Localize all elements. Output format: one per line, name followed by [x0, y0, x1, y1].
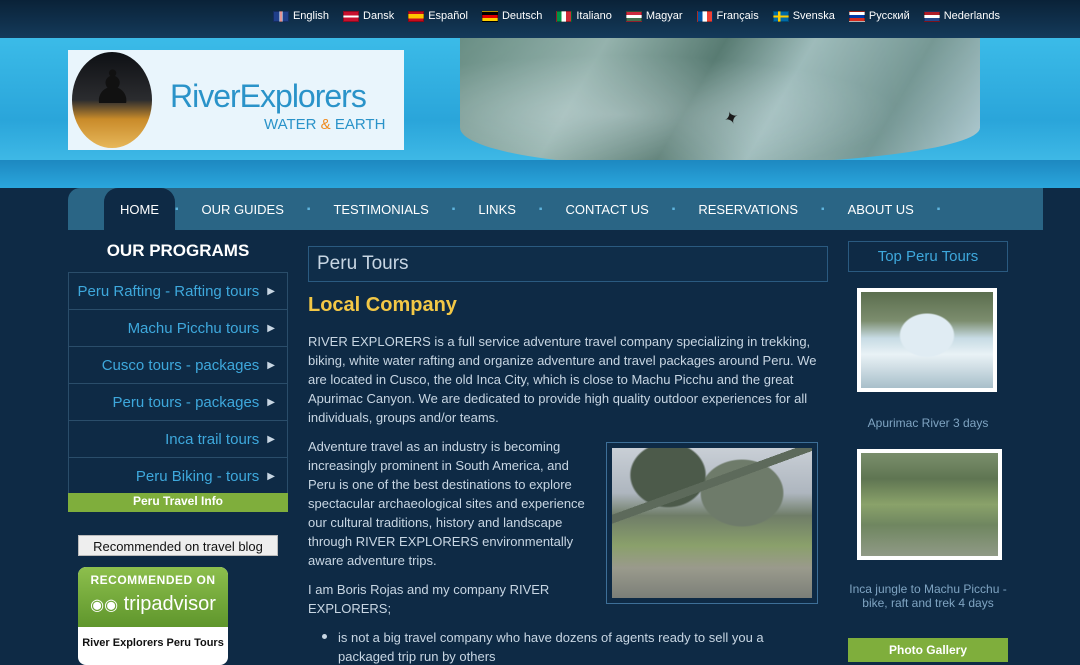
nav-testimonials[interactable]: TESTIMONIALS: [310, 188, 451, 230]
tripadvisor-logo: ◉◉ tripadvisor: [78, 593, 228, 616]
program-machu-picchu[interactable]: Machu Picchu tours ▶: [69, 310, 287, 347]
lang-dansk[interactable]: Dansk: [343, 10, 394, 22]
lang-magyar[interactable]: Magyar: [625, 10, 683, 22]
lang-label: Dansk: [363, 10, 395, 22]
photo-gallery-button[interactable]: Photo Gallery: [848, 638, 1008, 662]
tour-thumbnail-inca-jungle[interactable]: [857, 449, 1002, 560]
uk-flag-icon: [272, 10, 289, 22]
arrow-right-icon: ▶: [267, 396, 275, 408]
logo-sub-water: WATER: [264, 116, 317, 133]
nav-separator: ▪: [936, 203, 941, 215]
top-tours-heading[interactable]: Top Peru Tours: [848, 241, 1008, 272]
nav-our-guides[interactable]: OUR GUIDES: [179, 188, 307, 230]
arrow-right-icon: ▶: [267, 433, 275, 445]
nav-links[interactable]: LINKS: [455, 188, 539, 230]
tour-caption-apurimac[interactable]: Apurimac River 3 days: [848, 416, 1008, 430]
lang-nederlands[interactable]: Nederlands: [923, 10, 1000, 22]
program-label: Peru tours - packages: [112, 393, 260, 411]
germany-flag-icon: [481, 10, 498, 22]
bullet-icon: [322, 634, 327, 639]
industry-paragraph: Adventure travel as an industry is becom…: [308, 439, 585, 568]
france-flag-icon: [696, 10, 713, 22]
banner-stripe: [0, 160, 1080, 188]
lang-label: Italiano: [576, 10, 612, 22]
italy-flag-icon: [556, 10, 573, 22]
program-rafting[interactable]: Peru Rafting - Rafting tours ▶: [69, 273, 287, 310]
logo-subtitle: WATER & EARTH: [264, 116, 385, 133]
tripadvisor-badge[interactable]: RECOMMENDED ON ◉◉ tripadvisor River Expl…: [78, 567, 228, 665]
lang-label: Français: [716, 10, 759, 22]
travel-info-button[interactable]: Peru Travel Info: [68, 493, 288, 512]
nav-reservations[interactable]: RESERVATIONS: [675, 188, 821, 230]
logo-sub-amp: &: [320, 116, 331, 133]
program-biking[interactable]: Peru Biking - tours ▶: [69, 458, 287, 495]
lang-label: Deutsch: [501, 10, 543, 22]
language-bar: English Dansk Español Deutsch Italiano M…: [0, 0, 1080, 38]
lang-francais[interactable]: Français: [696, 10, 759, 22]
lang-label: Русский: [868, 10, 910, 22]
nav-home[interactable]: HOME: [104, 188, 175, 230]
programs-heading: OUR PROGRAMS: [106, 241, 250, 260]
sweden-flag-icon: [772, 10, 789, 22]
lang-label: Magyar: [645, 10, 683, 22]
programs-list: Peru Rafting - Rafting tours ▶ Machu Picc…: [68, 272, 288, 496]
tour-caption-inca-jungle[interactable]: Inca jungle to Machu Picchu - bike, raft…: [848, 582, 1008, 610]
lang-deutsch[interactable]: Deutsch: [481, 10, 543, 22]
nav-items: HOME ▪ OUR GUIDES ▪ TESTIMONIALS ▪ LINKS…: [104, 188, 940, 230]
tripadvisor-recommended: RECOMMENDED ON: [90, 573, 216, 587]
nav-contact-us[interactable]: CONTACT US: [542, 188, 671, 230]
program-peru-tours[interactable]: Peru tours - packages ▶: [69, 384, 287, 421]
machu-picchu-photo-frame: [606, 442, 818, 604]
hiker-icon: ♟: [92, 61, 134, 113]
program-label: Inca trail tours: [165, 430, 260, 448]
lang-italiano[interactable]: Italiano: [556, 10, 612, 22]
lang-label: Nederlands: [943, 10, 1000, 22]
lang-label: English: [292, 10, 330, 22]
page-title: Peru Tours: [308, 246, 828, 282]
program-cusco[interactable]: Cusco tours - packages ▶: [69, 347, 287, 384]
program-label: Peru Rafting - Rafting tours: [77, 282, 260, 300]
logo[interactable]: ♟ RiverExplorers WATER & EARTH: [68, 50, 404, 150]
arrow-right-icon: ▶: [267, 470, 275, 482]
tripadvisor-business-name: River Explorers Peru Tours: [82, 637, 224, 649]
canyon-photo: [460, 38, 980, 166]
owl-icon: ◉◉: [90, 597, 119, 614]
russia-flag-icon: [848, 10, 865, 22]
lang-svenska[interactable]: Svenska: [772, 10, 835, 22]
main-nav: HOME ▪ OUR GUIDES ▪ TESTIMONIALS ▪ LINKS…: [68, 188, 1043, 230]
arrow-right-icon: ▶: [267, 285, 275, 297]
nav-about-us[interactable]: ABOUT US: [825, 188, 937, 230]
spain-flag-icon: [408, 10, 425, 22]
lang-russian[interactable]: Русский: [848, 10, 910, 22]
bullet-item: is not a big travel company who have doz…: [338, 630, 764, 664]
tripadvisor-brand: tripadvisor: [123, 593, 216, 615]
program-inca-trail[interactable]: Inca trail tours ▶: [69, 421, 287, 458]
owner-paragraph: I am Boris Rojas and my company RIVER EX…: [308, 582, 550, 616]
hungary-flag-icon: [625, 10, 642, 22]
lang-espanol[interactable]: Español: [408, 10, 468, 22]
tour-thumbnail-apurimac[interactable]: [857, 288, 997, 392]
program-label: Cusco tours - packages: [101, 356, 260, 374]
netherlands-flag-icon: [923, 10, 940, 22]
denmark-flag-icon: [343, 10, 360, 22]
travel-blog-button[interactable]: Recommended on travel blog: [78, 535, 278, 556]
lang-label: Svenska: [792, 10, 835, 22]
arrow-right-icon: ▶: [267, 359, 275, 371]
header-banner: ✦ ♟ RiverExplorers WATER & EARTH: [0, 38, 1080, 188]
program-label: Peru Biking - tours: [135, 467, 260, 485]
lang-label: Español: [428, 10, 468, 22]
intro-paragraph: RIVER EXPLORERS is a full service advent…: [308, 334, 817, 425]
arrow-right-icon: ▶: [267, 322, 275, 334]
section-title: Local Company: [308, 294, 457, 316]
lang-english[interactable]: English: [272, 10, 330, 22]
language-list: English Dansk Español Deutsch Italiano M…: [272, 10, 1000, 22]
tripadvisor-header: RECOMMENDED ON ◉◉ tripadvisor: [78, 567, 228, 627]
logo-sub-earth: EARTH: [334, 116, 386, 133]
program-label: Machu Picchu tours: [127, 319, 260, 337]
machu-picchu-photo: [612, 448, 812, 598]
logo-title: RiverExplorers: [170, 78, 367, 114]
